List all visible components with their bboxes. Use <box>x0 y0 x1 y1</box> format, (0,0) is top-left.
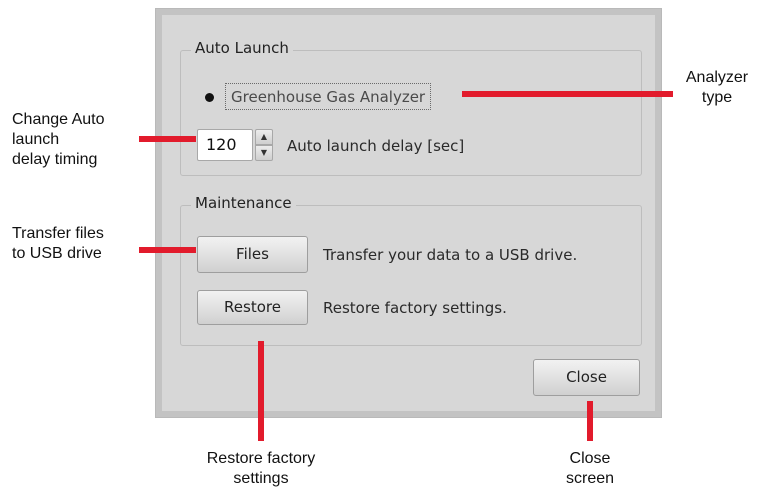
annotation-analyzer-type: Analyzer type <box>685 69 749 106</box>
delay-label: Auto launch delay [sec] <box>287 137 465 155</box>
callout-line-delay <box>139 136 196 142</box>
maintenance-title: Maintenance <box>191 194 296 212</box>
files-button[interactable]: Files <box>197 236 308 273</box>
settings-dialog: Auto Launch Greenhouse Gas Analyzer 120 … <box>156 9 661 417</box>
analyzer-option-label[interactable]: Greenhouse Gas Analyzer <box>225 83 432 110</box>
restore-description: Restore factory settings. <box>323 299 507 317</box>
delay-spinbox[interactable]: 120 ▲ ▼ <box>197 129 273 161</box>
delay-value-input[interactable]: 120 <box>197 129 253 161</box>
annotation-restore-factory: Restore factory settings <box>206 450 316 487</box>
restore-button[interactable]: Restore <box>197 290 308 325</box>
annotation-transfer-files: Transfer files to USB drive <box>12 225 104 262</box>
spin-down-icon[interactable]: ▼ <box>255 145 273 161</box>
spin-buttons: ▲ ▼ <box>255 129 273 161</box>
callout-line-restore <box>258 341 264 441</box>
callout-line-files <box>139 247 196 253</box>
callout-line-analyzer <box>462 91 673 97</box>
annotation-change-delay: Change Auto launch delay timing <box>12 111 105 168</box>
callout-line-close <box>587 401 593 441</box>
close-button[interactable]: Close <box>533 359 640 396</box>
analyzer-radio-button[interactable] <box>205 93 214 102</box>
files-description: Transfer your data to a USB drive. <box>323 246 578 264</box>
maintenance-group: Maintenance Files Transfer your data to … <box>180 194 642 346</box>
annotation-close-screen: Close screen <box>565 450 615 487</box>
auto-launch-group: Auto Launch Greenhouse Gas Analyzer 120 … <box>180 39 642 176</box>
spin-up-icon[interactable]: ▲ <box>255 129 273 145</box>
auto-launch-title: Auto Launch <box>191 39 293 57</box>
